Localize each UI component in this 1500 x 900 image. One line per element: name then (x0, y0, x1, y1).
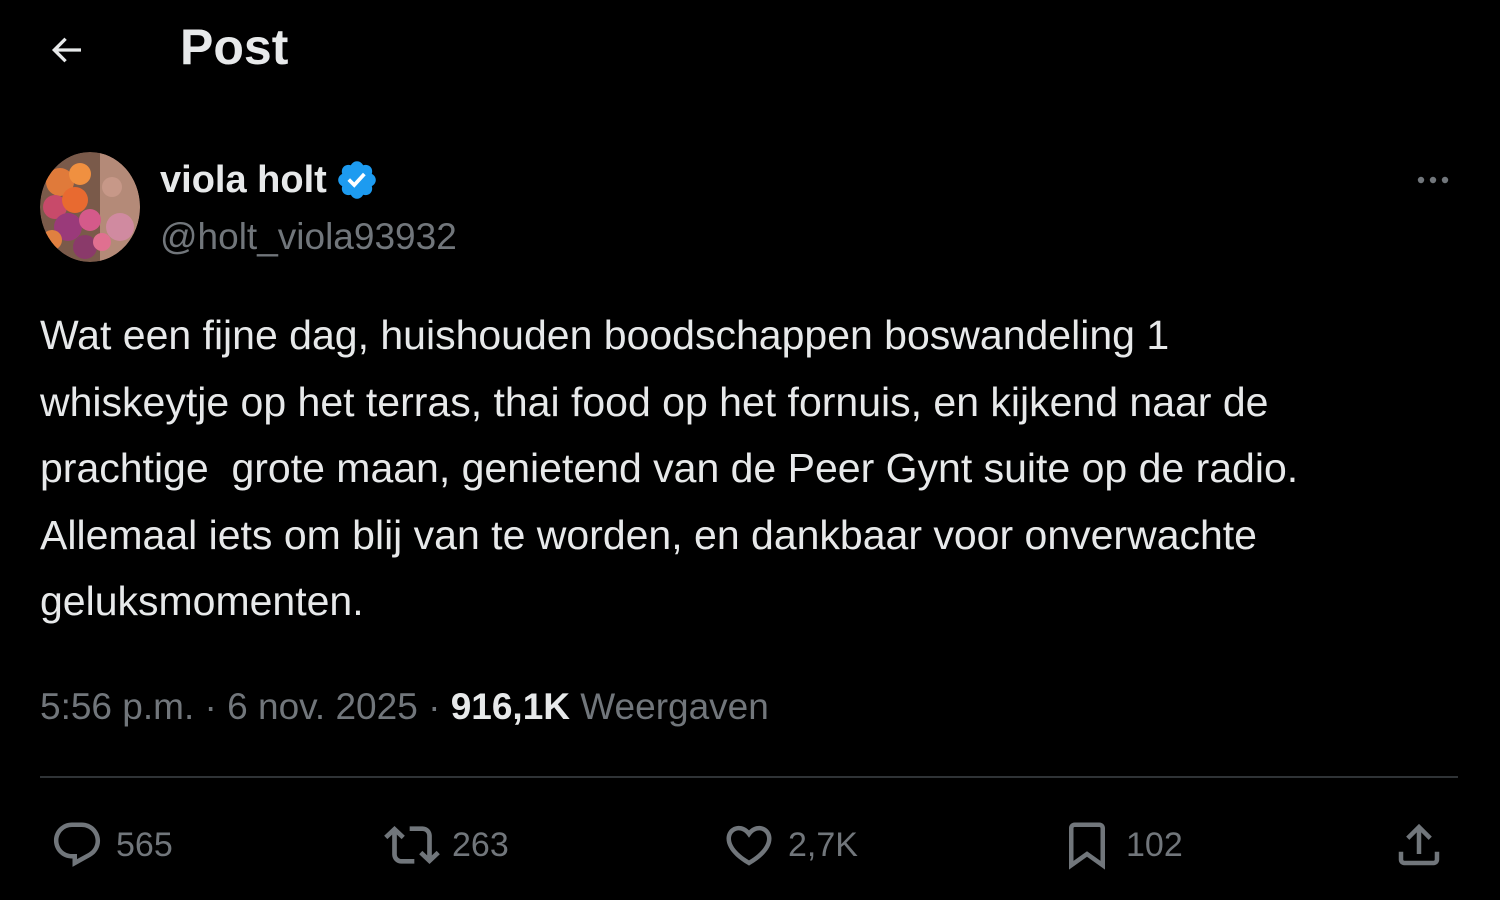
repost-count: 263 (452, 825, 509, 864)
display-name: viola holt (160, 159, 327, 201)
more-horizontal-icon (1417, 176, 1449, 184)
repost-button[interactable]: 263 (384, 812, 509, 878)
arrow-left-icon (51, 37, 81, 63)
bookmark-icon (1069, 822, 1105, 870)
author-handle[interactable]: @holt_viola93932 (160, 212, 457, 262)
like-count: 2,7K (788, 825, 858, 864)
share-icon (1398, 823, 1440, 866)
bookmark-count: 102 (1126, 825, 1183, 864)
heart-icon (726, 825, 772, 866)
reply-button[interactable]: 565 (50, 812, 173, 878)
back-button[interactable] (38, 22, 94, 78)
author-name-row[interactable]: viola holt (160, 154, 379, 206)
divider (40, 776, 1458, 778)
post-text: Wat een fijne dag, huishouden boodschapp… (40, 312, 1299, 624)
views-label: Weergaven (580, 686, 769, 727)
page-title: Post (180, 19, 289, 75)
post-page: Post viola holt @holt_viola93932 Wat een… (0, 0, 1500, 900)
meta-separator: · (428, 686, 441, 727)
reply-icon (53, 822, 101, 867)
repost-icon (384, 826, 440, 864)
views-count: 916,1K (450, 686, 570, 727)
meta-separator: · (204, 686, 217, 727)
avatar[interactable] (40, 152, 140, 262)
reply-count: 565 (116, 825, 173, 864)
share-button[interactable] (1392, 812, 1446, 878)
post-date[interactable]: 6 nov. 2025 (227, 686, 418, 727)
like-button[interactable]: 2,7K (722, 812, 858, 878)
more-options-button[interactable] (1405, 160, 1461, 200)
post-meta: 5:56 p.m. · 6 nov. 2025 · 916,1K Weergav… (40, 682, 769, 732)
verified-badge-icon (338, 161, 376, 199)
bookmark-button[interactable]: 102 (1060, 812, 1183, 878)
header: Post (0, 0, 1500, 100)
avatar-image (40, 152, 140, 262)
post-time[interactable]: 5:56 p.m. (40, 686, 194, 727)
